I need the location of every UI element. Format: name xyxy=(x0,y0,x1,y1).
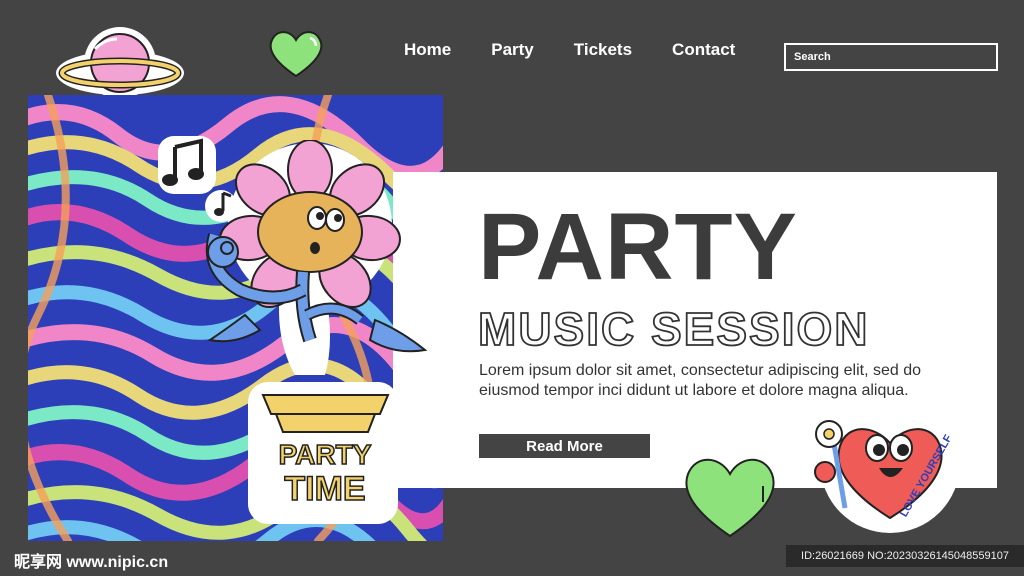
music-note-icon xyxy=(158,136,237,222)
party-time-line2: TIME xyxy=(284,470,367,508)
planet-icon xyxy=(56,27,184,99)
hero-description: Lorem ipsum dolor sit amet, consectetur … xyxy=(479,362,921,399)
hero-subtitle: MUSIC SESSION xyxy=(477,303,870,355)
search-input[interactable]: Search xyxy=(784,43,998,71)
heart-icon-top xyxy=(269,31,323,78)
nav-contact[interactable]: Contact xyxy=(672,40,735,60)
flower-pot-icon xyxy=(261,394,390,433)
search-placeholder: Search xyxy=(794,51,831,63)
watermark-site: 昵享网 www.nipic.cn xyxy=(14,554,169,571)
heart-icon-bottom xyxy=(685,458,775,538)
party-time-line1: PARTY xyxy=(278,438,372,471)
nav-home[interactable]: Home xyxy=(404,40,451,60)
watermark-id: ID:26021669 NO:20230326145048559107 xyxy=(786,545,1024,567)
main-nav: Home Party Tickets Contact xyxy=(404,40,735,60)
nav-tickets[interactable]: Tickets xyxy=(574,40,632,60)
read-more-button[interactable]: Read More xyxy=(479,434,650,458)
party-time-text: PARTY TIME xyxy=(255,438,395,508)
love-yourself-heart-icon xyxy=(814,398,960,533)
nav-party[interactable]: Party xyxy=(491,40,534,60)
hero-title: PARTY xyxy=(478,194,798,300)
